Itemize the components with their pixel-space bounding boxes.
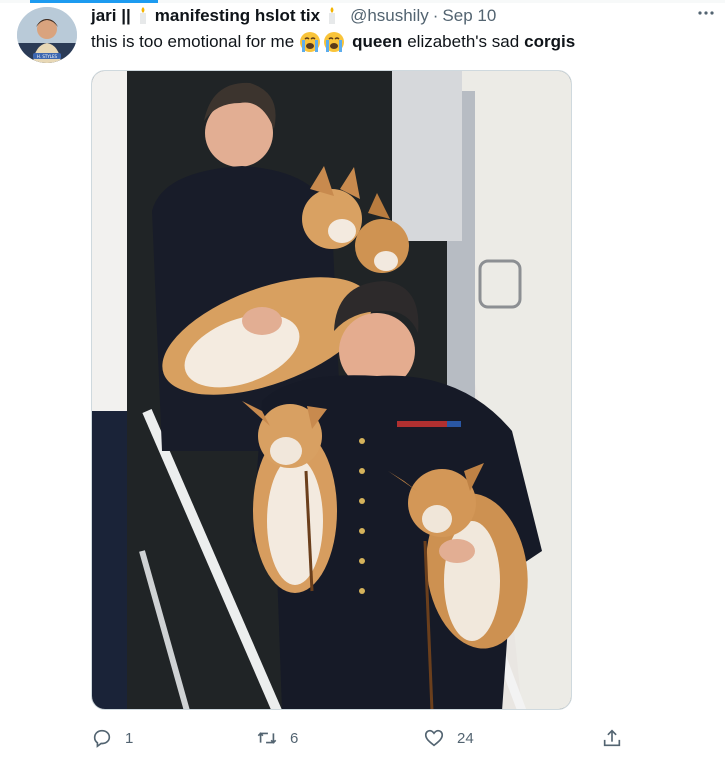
share-icon <box>603 729 621 747</box>
progress-indicator <box>30 0 158 3</box>
candle-emoji-icon <box>326 7 338 25</box>
more-icon[interactable] <box>695 2 717 24</box>
reply-count: 1 <box>125 729 134 747</box>
tweet-date[interactable]: Sep 10 <box>442 6 496 26</box>
tweet-text-start: this is too emotional for me <box>91 32 295 51</box>
avatar[interactable]: H. STYLES <box>17 7 77 63</box>
tweet-text-bold-1: queen <box>352 32 403 51</box>
retweet-button[interactable]: 6 <box>256 724 298 752</box>
tweet-text-mid: elizabeth's sad <box>407 32 520 51</box>
tweet-text: this is too emotional for me queen eliza… <box>91 31 575 53</box>
tweet-actions: 1 6 24 <box>91 724 631 752</box>
like-icon <box>424 729 444 747</box>
share-button[interactable] <box>601 724 635 752</box>
author-name[interactable]: jari || <box>91 6 131 26</box>
crying-emoji-icon <box>323 31 345 53</box>
like-button[interactable]: 24 <box>423 724 474 752</box>
author-name-2[interactable]: manifesting hslot tix <box>155 6 320 26</box>
like-count: 24 <box>457 729 474 747</box>
crying-emoji-icon <box>299 31 321 53</box>
tweet-photo[interactable] <box>91 70 572 710</box>
candle-emoji-icon <box>137 7 149 25</box>
reply-icon <box>93 729 111 748</box>
retweet-icon <box>257 732 277 744</box>
separator: · <box>432 6 439 25</box>
tweet-header: jari || manifesting hslot tix @hsushily … <box>91 5 685 27</box>
top-progress-bar <box>0 0 725 3</box>
retweet-count: 6 <box>290 729 299 747</box>
reply-button[interactable]: 1 <box>91 724 133 752</box>
tweet-text-bold-2: corgis <box>524 32 576 51</box>
author-handle[interactable]: @hsushily <box>350 6 429 26</box>
avatar-caption: H. STYLES <box>37 54 58 59</box>
